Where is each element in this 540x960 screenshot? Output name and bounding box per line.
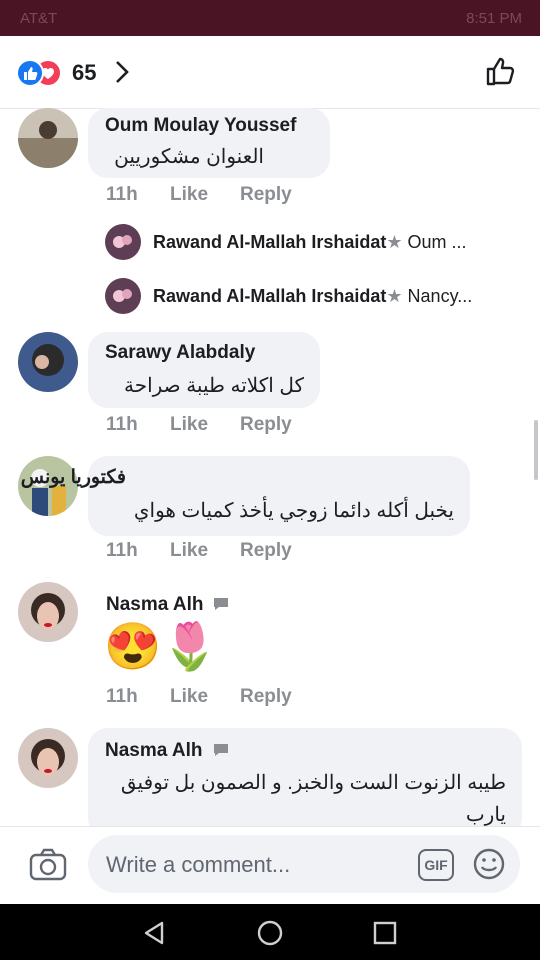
avatar[interactable]	[18, 728, 78, 788]
camera-icon[interactable]	[28, 847, 68, 888]
message-icon	[212, 742, 230, 763]
comment-emoji-text: 😍🌷	[104, 620, 219, 672]
reply-preview: Oum ...	[407, 232, 467, 252]
comment-author[interactable]: فكتوريا يونس	[21, 466, 126, 489]
comment-bubble[interactable]: Sarawy Alabdaly كل اكلاته طيبة صراحة	[88, 332, 320, 408]
reply-author[interactable]: Rawand Al-Mallah Irshaidat	[153, 232, 386, 252]
comment-author[interactable]: Nasma Alh	[106, 594, 204, 616]
comment-text: يخبل أكله دائما زوجي يأخذ كميات هواي	[133, 500, 454, 522]
reply-author[interactable]: Rawand Al-Mallah Irshaidat	[153, 286, 386, 306]
comment-text: طيبه الزنوت الست والخبز. و الصمون بل توف…	[120, 772, 506, 794]
star-icon: ★	[386, 232, 403, 252]
comments-sheet: 65 Oum Moulay Youssef العنوان مشكوريين 1…	[0, 36, 540, 904]
like-button[interactable]: Like	[170, 414, 208, 436]
status-bar: AT&T 8:51 PM	[0, 0, 540, 36]
message-icon	[212, 596, 230, 617]
reactions-header: 65	[0, 36, 540, 109]
emoji-icon[interactable]	[472, 847, 506, 886]
avatar[interactable]	[18, 108, 78, 168]
comment-author[interactable]: Sarawy Alabdaly	[105, 342, 255, 364]
comment-input[interactable]: Write a comment... GIF	[88, 835, 520, 893]
like-icon	[16, 59, 44, 87]
comment-time: 11h	[106, 686, 138, 707]
star-icon: ★	[386, 286, 403, 306]
chevron-right-icon[interactable]	[112, 58, 132, 91]
comment-bubble[interactable]: فكتوريا يونس يخبل أكله دائما زوجي يأخذ ك…	[21, 456, 470, 536]
comment-time: 11h	[106, 540, 138, 561]
comment-time: 11h	[106, 184, 138, 205]
comment-bubble[interactable]: Nasma Alh طيبه الزنوت الست والخبز. و الص…	[88, 728, 522, 826]
reply-button[interactable]: Reply	[240, 686, 292, 708]
avatar[interactable]	[105, 224, 141, 260]
back-icon[interactable]	[142, 920, 166, 951]
reply-preview: Nancy...	[407, 286, 473, 306]
home-icon[interactable]	[257, 920, 283, 951]
reply-button[interactable]: Reply	[240, 184, 292, 206]
reply-button[interactable]: Reply	[240, 414, 292, 436]
reply-item[interactable]: Rawand Al-Mallah Irshaidat★ Oum ...	[153, 232, 467, 253]
comment-composer: Write a comment... GIF	[0, 826, 540, 904]
carrier-label: AT&T	[20, 10, 58, 27]
comment-bubble[interactable]: Oum Moulay Youssef العنوان مشكوريين	[88, 108, 330, 178]
scrollbar[interactable]	[534, 420, 538, 480]
like-button[interactable]: Like	[170, 184, 208, 206]
comment-text: العنوان مشكوريين	[114, 146, 264, 168]
comment-text: يارب	[465, 804, 506, 826]
android-nav-bar	[0, 904, 540, 960]
avatar[interactable]	[105, 278, 141, 314]
comment-author[interactable]: Oum Moulay Youssef	[105, 115, 296, 137]
comment-list: Oum Moulay Youssef العنوان مشكوريين 11h …	[0, 108, 540, 826]
comment-text: كل اكلاته طيبة صراحة	[123, 375, 304, 397]
reply-button[interactable]: Reply	[240, 540, 292, 562]
reaction-count[interactable]: 65	[72, 60, 96, 86]
like-button[interactable]: Like	[170, 686, 208, 708]
like-button[interactable]: Like	[170, 540, 208, 562]
recents-icon[interactable]	[373, 921, 397, 950]
comment-time: 11h	[106, 414, 138, 435]
avatar[interactable]	[18, 332, 78, 392]
comment-author[interactable]: Nasma Alh	[105, 740, 203, 762]
thumbs-up-icon[interactable]	[484, 54, 518, 93]
gif-button[interactable]: GIF	[418, 849, 454, 881]
comment-placeholder: Write a comment...	[106, 852, 291, 877]
reply-item[interactable]: Rawand Al-Mallah Irshaidat★ Nancy...	[153, 286, 472, 307]
avatar[interactable]	[18, 582, 78, 642]
status-time: 8:51 PM	[466, 10, 522, 27]
